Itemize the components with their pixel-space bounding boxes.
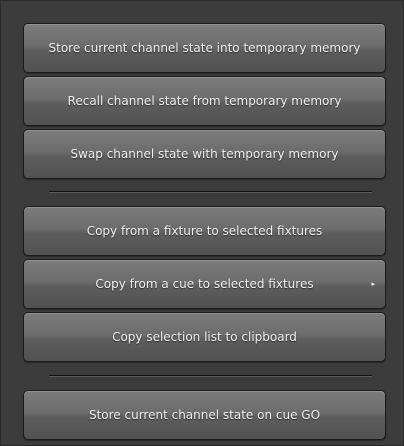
submenu-arrow-icon: ▸ xyxy=(371,280,375,288)
menu-separator xyxy=(49,375,372,377)
swap-temp-memory-label: Swap channel state with temporary memory xyxy=(70,147,339,161)
copy-selection-list-label: Copy selection list to clipboard xyxy=(112,330,297,344)
context-menu: Store current channel state into tempora… xyxy=(0,0,404,446)
copy-from-fixture-button[interactable]: Copy from a fixture to selected fixtures xyxy=(23,206,386,256)
store-temp-memory-label: Store current channel state into tempora… xyxy=(48,41,361,55)
store-on-cue-go-button[interactable]: Store current channel state on cue GO xyxy=(23,390,386,440)
copy-selection-list-button[interactable]: Copy selection list to clipboard xyxy=(23,312,386,362)
recall-temp-memory-button[interactable]: Recall channel state from temporary memo… xyxy=(23,76,386,126)
copy-from-cue-button[interactable]: Copy from a cue to selected fixtures ▸ xyxy=(23,259,386,309)
store-on-cue-go-label: Store current channel state on cue GO xyxy=(88,408,321,422)
menu-separator xyxy=(49,191,372,193)
copy-from-cue-label: Copy from a cue to selected fixtures xyxy=(95,277,314,291)
recall-temp-memory-label: Recall channel state from temporary memo… xyxy=(67,94,342,108)
store-temp-memory-button[interactable]: Store current channel state into tempora… xyxy=(23,23,386,73)
swap-temp-memory-button[interactable]: Swap channel state with temporary memory xyxy=(23,129,386,179)
copy-from-fixture-label: Copy from a fixture to selected fixtures xyxy=(86,224,323,238)
